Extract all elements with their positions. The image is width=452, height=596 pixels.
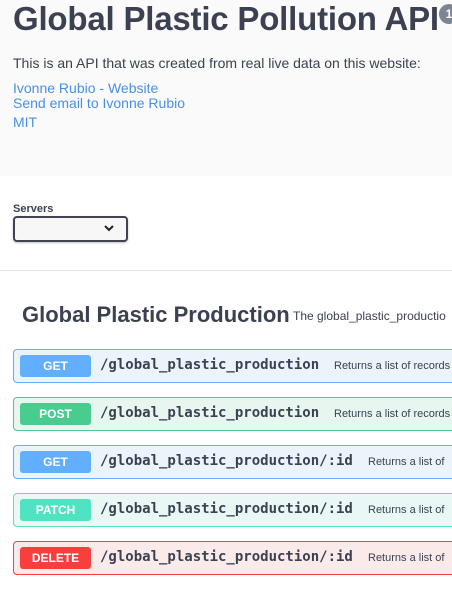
servers-label: Servers	[13, 203, 54, 215]
operation-summary: Returns a list of	[368, 552, 445, 564]
method-badge: GET	[20, 355, 91, 377]
operation-summary: Returns a list of records	[334, 408, 451, 420]
chevron-down-icon	[104, 225, 114, 232]
operation-summary: Returns a list of	[368, 456, 445, 468]
operation-summary: Returns a list of records	[334, 360, 451, 372]
version-badge: 1	[439, 4, 452, 24]
api-title: Global Plastic Pollution API	[13, 0, 439, 37]
operation-post-create[interactable]: POST /global_plastic_production Returns …	[13, 397, 452, 431]
operation-summary: Returns a list of	[368, 504, 445, 516]
license-link[interactable]: MIT	[13, 114, 37, 130]
operation-path: /global_plastic_production/:id	[100, 549, 353, 565]
info-section: Global Plastic Pollution API 1 This is a…	[0, 0, 452, 176]
operation-get-by-id[interactable]: GET /global_plastic_production/:id Retur…	[13, 445, 452, 479]
email-link[interactable]: Send email to Ivonne Rubio	[13, 95, 185, 111]
operation-path: /global_plastic_production/:id	[100, 501, 353, 517]
operation-path: /global_plastic_production	[100, 357, 320, 373]
api-description: This is an API that was created from rea…	[13, 55, 421, 71]
method-badge: PATCH	[20, 499, 91, 521]
operation-path: /global_plastic_production	[100, 405, 320, 421]
method-badge: DELETE	[20, 547, 91, 569]
servers-section: Servers	[0, 176, 452, 271]
method-badge: POST	[20, 403, 91, 425]
tag-description: The global_plastic_productio	[293, 309, 446, 323]
tag-title[interactable]: Global Plastic Production	[22, 302, 290, 328]
website-link[interactable]: Ivonne Rubio - Website	[13, 80, 158, 96]
operation-delete-by-id[interactable]: DELETE /global_plastic_production/:id Re…	[13, 541, 452, 575]
operation-get-list[interactable]: GET /global_plastic_production Returns a…	[13, 349, 452, 383]
servers-select[interactable]	[13, 216, 128, 242]
operation-patch-by-id[interactable]: PATCH /global_plastic_production/:id Ret…	[13, 493, 452, 527]
method-badge: GET	[20, 451, 91, 473]
operation-path: /global_plastic_production/:id	[100, 453, 353, 469]
